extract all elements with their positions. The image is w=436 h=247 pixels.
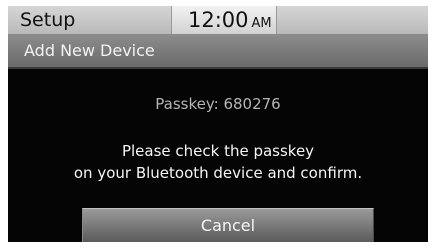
clock-box: 12:00 AM: [171, 6, 277, 34]
bluetooth-setup-screen: Setup 12:00 AM Add New Device Passkey: 68…: [8, 6, 428, 242]
clock-time: 12:00: [188, 8, 249, 32]
cancel-button-label: Cancel: [200, 216, 256, 235]
clock: 12:00 AM: [188, 7, 272, 37]
clock-ampm: AM: [251, 16, 272, 31]
status-bar: Setup 12:00 AM: [8, 6, 428, 35]
confirmation-message: Please check the passkey on your Bluetoo…: [8, 140, 428, 184]
status-title: Setup: [20, 9, 76, 31]
message-line-2: on your Bluetooth device and confirm.: [73, 164, 363, 182]
message-line-1: Please check the passkey: [121, 142, 315, 160]
cancel-button[interactable]: Cancel: [82, 208, 374, 242]
title-bar: Add New Device: [8, 35, 428, 69]
page-title: Add New Device: [24, 41, 155, 60]
passkey-text: Passkey: 680276: [155, 95, 281, 113]
